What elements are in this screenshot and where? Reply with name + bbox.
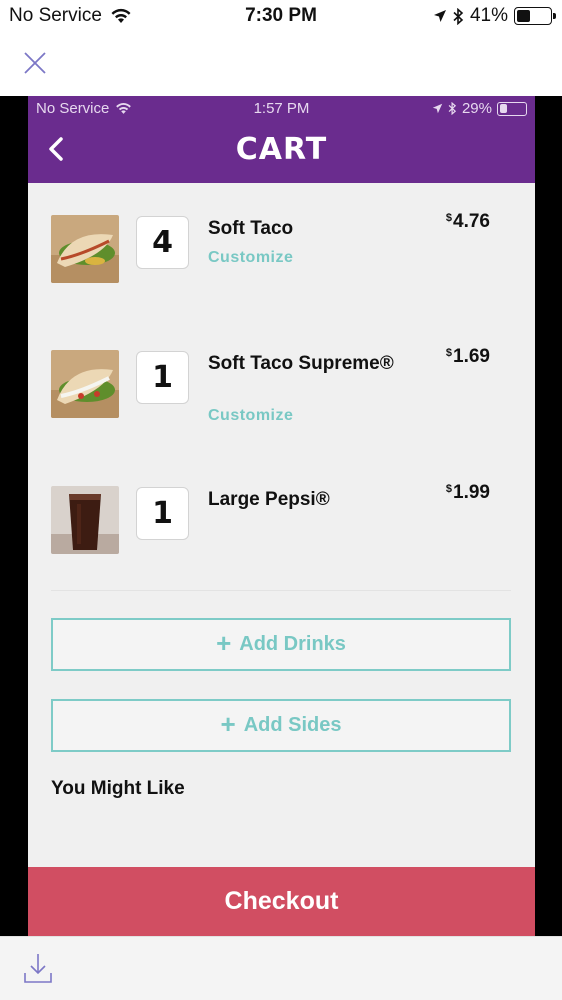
soft-taco-supreme-image [51, 350, 119, 418]
close-icon[interactable] [20, 48, 50, 78]
add-sides-button[interactable]: + Add Sides [51, 699, 511, 752]
cart-item: 1 Soft Taco Supreme® Customize $1.69 [28, 318, 535, 438]
bottom-toolbar [0, 936, 562, 1000]
item-price: $1.69 [445, 346, 490, 367]
soft-taco-image [51, 215, 119, 283]
plus-icon: + [216, 628, 232, 658]
divider [51, 590, 511, 591]
cart-item: 1 Large Pepsi® $1.99 [28, 454, 535, 574]
page-title: CART [235, 132, 328, 167]
battery-percent: 41% [469, 5, 508, 26]
item-name: Large Pepsi® [208, 489, 330, 510]
large-pepsi-image [51, 486, 119, 554]
battery-icon [497, 101, 527, 116]
item-name: Soft Taco Supreme® [208, 353, 394, 374]
add-drinks-label: Add Drinks [239, 633, 346, 655]
location-arrow-icon [433, 10, 446, 22]
quantity-box[interactable]: 1 [136, 351, 189, 404]
cart-screen: No Service 1:57 PM 29% CART 4 Soft Taco … [28, 96, 535, 936]
checkout-button[interactable]: Checkout [28, 867, 535, 936]
inner-status-bar: No Service 1:57 PM 29% [28, 100, 535, 120]
quantity-box[interactable]: 4 [136, 216, 189, 269]
cart-item: 4 Soft Taco Customize $4.76 [28, 183, 535, 303]
item-price: $1.99 [445, 482, 490, 503]
customize-link[interactable]: Customize [208, 407, 293, 425]
location-arrow-icon [432, 103, 443, 114]
battery-icon [514, 7, 556, 25]
section-heading: You Might Like [51, 778, 185, 799]
customize-link[interactable]: Customize [208, 249, 293, 267]
add-drinks-button[interactable]: + Add Drinks [51, 618, 511, 671]
inner-battery-percent: 29% [461, 100, 492, 117]
bluetooth-icon [453, 7, 464, 25]
cart-header: No Service 1:57 PM 29% CART [28, 96, 535, 183]
quantity-box[interactable]: 1 [136, 487, 189, 540]
bluetooth-icon [448, 102, 457, 115]
plus-icon: + [220, 709, 236, 739]
download-icon[interactable] [22, 951, 54, 985]
item-name: Soft Taco [208, 218, 294, 239]
status-bar: No Service 7:30 PM 41% [0, 0, 562, 32]
item-price: $4.76 [445, 211, 490, 232]
add-sides-label: Add Sides [243, 714, 342, 736]
